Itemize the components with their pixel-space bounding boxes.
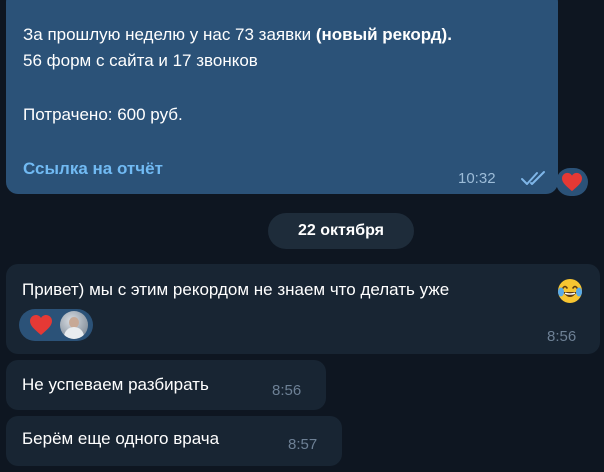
message-text: За прошлую неделю у нас 73 заявки (23, 25, 312, 44)
incoming-message-bubble[interactable]: Привет) мы с этим рекордом не знаем что … (6, 264, 600, 354)
message-time: 8:56 (547, 328, 577, 345)
message-time: 8:56 (272, 382, 302, 399)
face-with-tears-of-joy-icon (558, 279, 582, 303)
date-separator: 22 октября (268, 213, 414, 249)
message-text: Привет) мы с этим рекордом не знаем что … (22, 280, 450, 299)
heart-icon (30, 315, 52, 335)
incoming-message-bubble[interactable]: Берём еще одного врача 8:57 (6, 416, 342, 466)
avatar[interactable] (60, 311, 88, 339)
message-text: Берём еще одного врача (22, 429, 220, 448)
message-line: 56 форм с сайта и 17 звонков (23, 51, 258, 70)
message-line: Потрачено: 600 руб. (23, 105, 183, 124)
message-reaction[interactable] (556, 168, 588, 196)
outgoing-message-bubble[interactable]: За прошлую неделю у нас 73 заявки (новый… (6, 0, 558, 194)
chat-area: За прошлую неделю у нас 73 заявки (новый… (0, 0, 604, 472)
incoming-message-bubble[interactable]: Не успеваем разбирать 8:56 (6, 360, 326, 410)
report-link[interactable]: Ссылка на отчёт (23, 156, 163, 182)
message-bold-text: (новый рекорд). (315, 25, 452, 44)
double-check-icon (521, 171, 545, 185)
heart-icon (562, 172, 582, 192)
reactions[interactable] (19, 309, 93, 341)
message-text: Не успеваем разбирать (22, 375, 209, 394)
message-time: 8:57 (288, 436, 318, 453)
message-time: 10:32 (458, 170, 496, 187)
message-line: За прошлую неделю у нас 73 заявки (новый… (23, 22, 452, 48)
